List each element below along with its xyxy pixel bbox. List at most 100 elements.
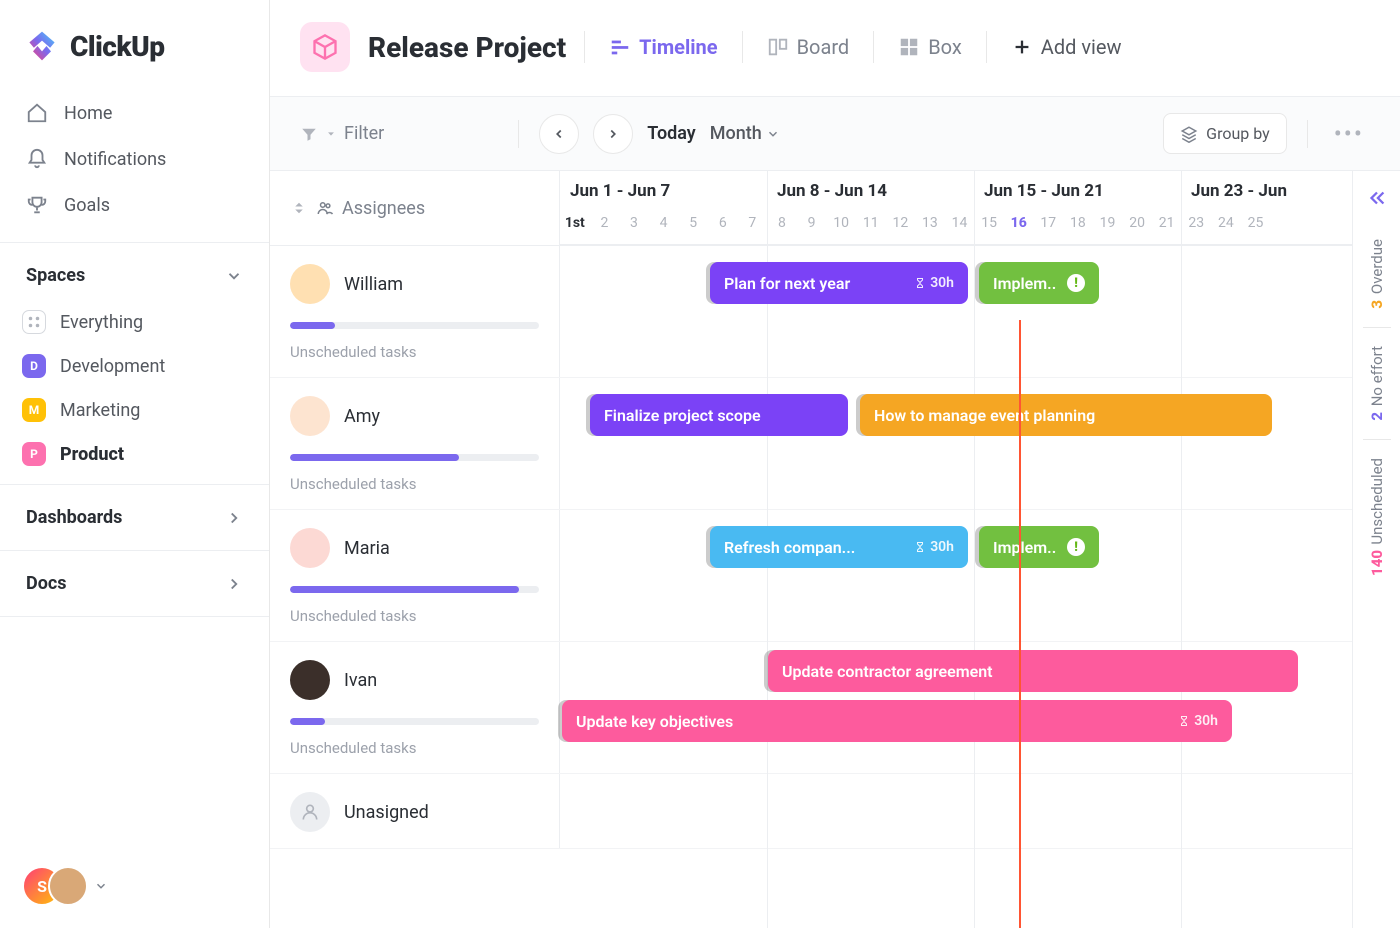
task-label: How to manage event planning [874, 406, 1095, 425]
next-button[interactable] [593, 114, 633, 154]
unscheduled-label[interactable]: Unscheduled tasks [290, 607, 539, 625]
timeline-header: Jun 1 - Jun 7Jun 8 - Jun 14Jun 15 - Jun … [560, 171, 1352, 245]
group-by-button[interactable]: Group by [1163, 113, 1287, 154]
task-duration: 30h [1178, 713, 1218, 729]
task-bar[interactable]: Implem..! [979, 526, 1099, 568]
everything-icon [22, 310, 46, 334]
side-rail: Overdue3No effort2Unscheduled140 [1352, 171, 1400, 928]
space-marketing[interactable]: M Marketing [0, 388, 269, 432]
space-badge: D [22, 354, 46, 378]
assignee-name: Unasigned [344, 802, 429, 823]
assignees-header[interactable]: Assignees [270, 171, 560, 245]
week-label: Jun 1 - Jun 7 [570, 181, 670, 201]
dashboards-section[interactable]: Dashboards [0, 493, 269, 542]
progress-bar [290, 454, 539, 461]
assignee-row: Ivan Unscheduled tasks Update contractor a… [270, 642, 1352, 774]
week-label: Jun 8 - Jun 14 [777, 181, 887, 201]
task-bar[interactable]: Update key objectives 30h [562, 700, 1232, 742]
filter-icon [300, 125, 318, 143]
sort-icon [290, 199, 308, 217]
timeline-icon [609, 36, 631, 58]
task-label: Update key objectives [576, 712, 733, 731]
task-label: Implem.. [993, 274, 1056, 293]
filter-label: Filter [344, 123, 384, 144]
hourglass-icon [914, 541, 926, 553]
unscheduled-label[interactable]: Unscheduled tasks [290, 475, 539, 493]
assignee-row: Maria Unscheduled tasks Refresh compan...3… [270, 510, 1352, 642]
nav-home[interactable]: Home [0, 90, 269, 136]
spaces-header[interactable]: Spaces [0, 251, 269, 300]
cube-icon [311, 33, 339, 61]
today-button[interactable]: Today [647, 123, 696, 144]
chevron-double-left-icon [1366, 187, 1388, 209]
task-bar[interactable]: How to manage event planning [860, 394, 1272, 436]
people-icon [316, 199, 334, 217]
range-selector[interactable]: Month [710, 123, 780, 144]
unassigned-icon [290, 792, 330, 832]
day-label: 23 [1181, 215, 1211, 231]
nav-notifications[interactable]: Notifications [0, 136, 269, 182]
space-label: Marketing [60, 400, 140, 421]
chevron-right-icon [225, 575, 243, 593]
prev-button[interactable] [539, 114, 579, 154]
task-bar[interactable]: Finalize project scope [590, 394, 848, 436]
header: Release Project Timeline Board Box Add v… [270, 0, 1400, 97]
space-product[interactable]: P Product [0, 432, 269, 476]
add-view-button[interactable]: Add view [1005, 31, 1128, 63]
filter-button[interactable]: Filter [300, 123, 384, 144]
day-label: 5 [678, 215, 708, 231]
task-label: Implem.. [993, 538, 1056, 557]
assignee-avatar [290, 396, 330, 436]
nav-label: Notifications [64, 149, 166, 170]
plus-icon [1011, 36, 1033, 58]
day-label: 14 [945, 215, 975, 231]
task-bar[interactable]: Update contractor agreement [768, 650, 1298, 692]
space-everything[interactable]: Everything [0, 300, 269, 344]
assignee-name: William [344, 274, 403, 295]
collapse-rail-button[interactable] [1366, 187, 1388, 213]
day-label: 2 [590, 215, 620, 231]
assignee-name: Maria [344, 538, 390, 559]
layers-icon [1180, 125, 1198, 143]
assignee-avatar [290, 528, 330, 568]
nav-goals[interactable]: Goals [0, 182, 269, 228]
rail-item[interactable]: Unscheduled140 [1363, 440, 1391, 595]
section-label: Dashboards [26, 507, 122, 528]
unscheduled-label[interactable]: Unscheduled tasks [290, 343, 539, 361]
day-label: 15 [974, 215, 1004, 231]
rail-item[interactable]: Overdue3 [1363, 221, 1391, 327]
unscheduled-label[interactable]: Unscheduled tasks [290, 739, 539, 757]
chevron-left-icon [552, 127, 566, 141]
assignee-avatar [290, 660, 330, 700]
assignee-row: William Unscheduled tasks Plan for next ye… [270, 246, 1352, 378]
task-bar[interactable]: Plan for next year30h [710, 262, 968, 304]
assignee-name: Ivan [344, 670, 377, 691]
view-board[interactable]: Board [761, 31, 856, 63]
rail-count: 3 [1368, 300, 1386, 309]
grid-line [974, 171, 975, 245]
grid-line [767, 171, 768, 245]
caret-down-icon [326, 129, 336, 139]
space-development[interactable]: D Development [0, 344, 269, 388]
logo-icon [24, 28, 60, 64]
more-button[interactable]: ••• [1328, 120, 1370, 148]
nav-label: Goals [64, 195, 110, 216]
day-label: 8 [767, 215, 797, 231]
task-duration: 30h [914, 275, 954, 291]
box-icon [898, 36, 920, 58]
space-label: Product [60, 444, 124, 465]
logo[interactable]: ClickUp [0, 0, 269, 84]
task-label: Finalize project scope [604, 406, 761, 425]
chevron-right-icon [606, 127, 620, 141]
day-label: 24 [1211, 215, 1241, 231]
rail-item[interactable]: No effort2 [1363, 328, 1391, 439]
docs-section[interactable]: Docs [0, 559, 269, 608]
user-menu[interactable]: S [22, 866, 108, 906]
view-box[interactable]: Box [892, 31, 968, 63]
group-by-label: Group by [1206, 124, 1270, 143]
space-label: Everything [60, 312, 143, 333]
view-timeline[interactable]: Timeline [603, 31, 723, 63]
task-bar[interactable]: Refresh compan...30h [710, 526, 968, 568]
main: Release Project Timeline Board Box Add v… [270, 0, 1400, 928]
task-bar[interactable]: Implem..! [979, 262, 1099, 304]
